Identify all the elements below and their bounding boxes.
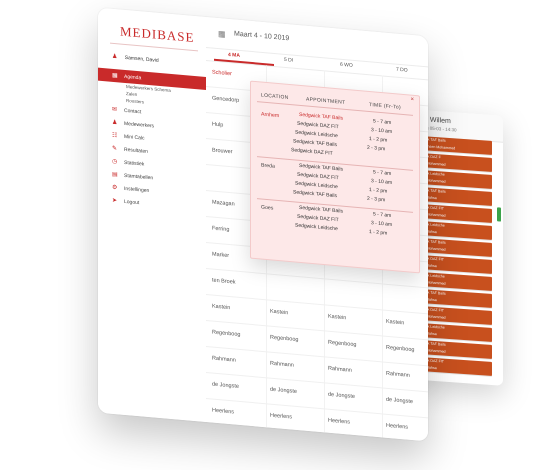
popup-appointment-name[interactable]: Sedgwick DAZ FIT <box>297 214 339 224</box>
grid-cell[interactable]: Heerlens <box>212 408 234 416</box>
popup-appointment-name[interactable]: Sedgwick TAF Bails <box>293 138 337 148</box>
popup-appointment-time: 3 - 10 am <box>371 127 393 135</box>
popup-appointment-time: 1 - 2 pm <box>369 228 388 237</box>
grid-cell[interactable]: Kastein <box>270 309 288 317</box>
popup-location: Arnhem <box>261 111 280 120</box>
grid-cell[interactable]: de Jongste <box>212 382 239 390</box>
grid-cell[interactable]: de Jongste <box>328 392 355 400</box>
popup-location: Breda <box>261 162 275 170</box>
table-icon: ▤ <box>112 171 118 179</box>
popup-appointment-name[interactable]: Sedgwick TAF Bails <box>299 205 343 215</box>
grid-cell[interactable]: Heerlens <box>328 418 350 426</box>
users-icon: ♟ <box>112 119 118 127</box>
grid-cell[interactable]: Kastein <box>212 304 230 312</box>
popup-header-time: TIME (Fr-To) <box>369 101 401 111</box>
grid-cell[interactable]: Rahmann <box>212 356 236 364</box>
grid-cell[interactable]: Regenboog <box>270 335 298 343</box>
grid-cell[interactable]: Mazagan <box>212 200 235 208</box>
popup-appointment-name[interactable]: Sedgwick Leidsche <box>295 181 338 191</box>
calendar-icon: ▦ <box>112 72 118 80</box>
appointment-popup: × LOCATION APPOINTMENT TIME (Fr-To) Arnh… <box>250 80 420 274</box>
grid-cell[interactable]: Rahmann <box>386 371 410 379</box>
grid-cell[interactable]: de Jongste <box>386 397 413 405</box>
logo: MEDIBASE <box>120 23 195 46</box>
sidebar-item-label: Statistiek <box>124 159 145 168</box>
user-name: Samsen, David <box>124 54 159 64</box>
grid-cell[interactable]: Scholier <box>212 70 232 78</box>
popup-appointment-name[interactable]: Sedgwick DAZ FIT <box>291 147 333 157</box>
grid-cell[interactable]: Chu <box>212 434 222 441</box>
sidebar-item-label: Mini Calc <box>124 133 145 142</box>
popup-appointment-time: 5 - 7 am <box>373 169 392 177</box>
mail-icon: ✉ <box>112 106 118 114</box>
grid-cell[interactable]: de Jongste <box>270 387 297 395</box>
grid-cell[interactable]: Heerlens <box>270 413 292 421</box>
popup-appointment-time: 1 - 2 pm <box>369 186 388 195</box>
popup-appointment-time: 3 - 10 am <box>371 178 393 186</box>
grid-cell[interactable]: Regenboog <box>212 330 240 338</box>
grid-cell[interactable]: Gencedorp <box>212 96 239 104</box>
popup-appointment-name[interactable]: Sedgwick Leidsche <box>295 130 338 140</box>
popup-appointment-time: 5 - 7 am <box>373 118 392 126</box>
grid-cell[interactable]: ten Broek <box>212 278 236 286</box>
grid-cell[interactable]: Chu <box>270 439 280 442</box>
grid-cell[interactable]: Hulp <box>212 122 223 129</box>
user-icon: ♟ <box>112 53 118 61</box>
popup-location: Goes <box>261 204 274 212</box>
grid-cell[interactable]: Rahmann <box>328 366 352 374</box>
popup-appointment-time: 5 - 7 am <box>373 211 392 219</box>
grid-cell[interactable]: Kastein <box>386 319 404 327</box>
tab-day[interactable]: 6 WO <box>340 62 353 69</box>
popup-header-appointment: APPOINTMENT <box>306 96 346 106</box>
tab-day[interactable]: 7 DO <box>396 67 408 74</box>
user-row[interactable]: ♟ Samsen, David <box>112 53 159 64</box>
popup-appointment-time: 2 - 3 pm <box>367 195 386 204</box>
popup-appointment-time: 3 - 10 am <box>371 220 393 228</box>
sidebar-item-label: Logout <box>124 198 140 206</box>
week-title: Maart 4 - 10 2019 <box>234 30 290 43</box>
sidebar-item-label: Agenda <box>124 73 142 81</box>
green-tab[interactable] <box>497 207 501 222</box>
popup-appointment-time: 1 - 2 pm <box>369 135 388 144</box>
tab-day[interactable]: 5 DI <box>284 57 293 64</box>
logout-icon: ➤ <box>112 197 118 205</box>
close-icon[interactable]: × <box>410 97 414 103</box>
sidebar-item-label: Instellingen <box>124 185 150 194</box>
popup-appointment-name[interactable]: Sedgwick TAF Bails <box>299 112 343 122</box>
popup-appointment-name[interactable]: Sedgwick Leidsche <box>295 223 338 233</box>
grid-cell[interactable]: Brouwer <box>212 148 232 156</box>
calculator-icon: ☷ <box>112 132 118 140</box>
sidebar-item-label: Medewerkers <box>124 120 155 129</box>
popup-appointment-time: 2 - 3 pm <box>367 144 386 153</box>
grid-cell[interactable]: Regenboog <box>386 345 414 353</box>
calendar-icon[interactable]: ▦ <box>218 29 226 39</box>
grid-cell[interactable]: Kastein <box>328 314 346 322</box>
clock-icon: ◷ <box>112 158 118 166</box>
popup-appointment-name[interactable]: Sedgwick DAZ FIT <box>297 172 339 182</box>
popup-appointment-name[interactable]: Sedgwick TAF Bails <box>299 163 343 173</box>
popup-appointment-name[interactable]: Sedgwick DAZ FIT <box>297 121 339 131</box>
gear-icon: ⚙ <box>112 184 118 192</box>
grid-cell[interactable]: Regenboog <box>328 340 356 348</box>
grid-cell[interactable]: Ferring <box>212 226 229 234</box>
sidebar: MEDIBASE ♟ Samsen, David ▦ Agenda Medewe… <box>98 7 207 423</box>
grid-cell[interactable]: Rahmann <box>270 361 294 369</box>
sidebar-item-label: Contact <box>124 107 142 115</box>
grid-cell[interactable]: Marker <box>212 252 229 259</box>
popup-header-location: LOCATION <box>261 92 289 101</box>
sidebar-nav: ▦ Agenda Medewerkers Schema Zalen Rooste… <box>98 67 206 215</box>
sidebar-item-label: Resultaten <box>124 146 148 155</box>
pen-icon: ✎ <box>112 145 118 153</box>
tab-day[interactable]: 4 MA <box>228 52 240 59</box>
popup-appointment-name[interactable]: Sedgwick TAF Bails <box>293 189 337 199</box>
sidebar-item-label: Stamtabellen <box>124 172 154 181</box>
grid-cell[interactable]: Heerlens <box>386 423 408 431</box>
